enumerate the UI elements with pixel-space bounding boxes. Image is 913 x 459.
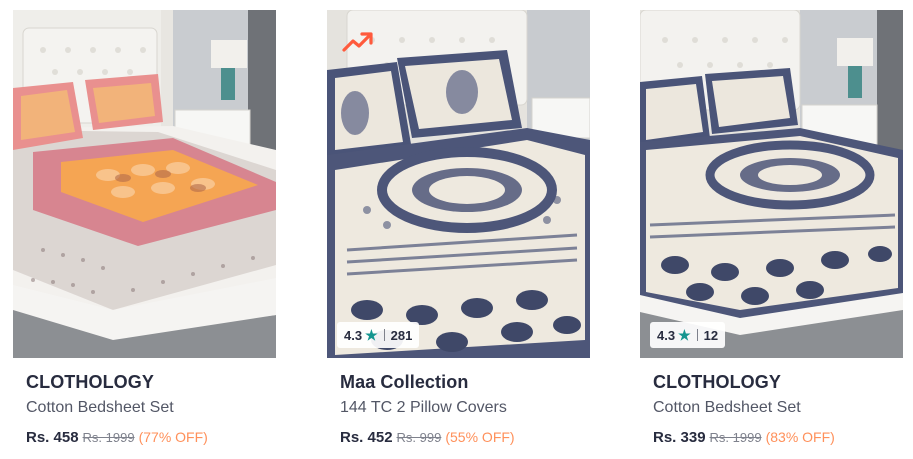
product-discount: (83% OFF) xyxy=(765,429,835,445)
rating-value: 4.3 xyxy=(657,327,676,343)
product-image[interactable] xyxy=(13,10,276,358)
product-brand[interactable]: CLOTHOLOGY xyxy=(26,371,276,393)
product-name[interactable]: Cotton Bedsheet Set xyxy=(653,398,903,418)
product-name[interactable]: Cotton Bedsheet Set xyxy=(26,398,276,418)
star-icon: ★ xyxy=(365,327,378,343)
bedsheet-photo xyxy=(327,10,590,358)
product-price: Rs. 458 xyxy=(26,429,79,446)
price-row: Rs. 452 Rs. 999 (55% OFF) xyxy=(340,428,590,447)
product-brand[interactable]: CLOTHOLOGY xyxy=(653,371,903,393)
product-discount: (77% OFF) xyxy=(138,429,208,445)
rating-value: 4.3 xyxy=(344,327,363,343)
product-card[interactable]: 4.3 ★ 281 Maa Collection 144 TC 2 Pillow C… xyxy=(327,10,590,447)
product-card[interactable]: 4.3 ★ 12 CLOTHOLOGY Cotton Bedsheet Set Rs… xyxy=(640,10,903,447)
product-discount: (55% OFF) xyxy=(445,429,515,445)
price-row: Rs. 458 Rs. 1999 (77% OFF) xyxy=(26,428,276,447)
bedsheet-photo xyxy=(640,10,903,358)
star-icon: ★ xyxy=(678,327,691,343)
product-mrp: Rs. 999 xyxy=(396,430,442,445)
price-row: Rs. 339 Rs. 1999 (83% OFF) xyxy=(653,428,903,447)
rating-badge[interactable]: 4.3 ★ 12 xyxy=(650,322,726,348)
rating-badge[interactable]: 4.3 ★ 281 xyxy=(337,322,420,348)
product-price: Rs. 452 xyxy=(340,429,393,446)
rating-count: 281 xyxy=(390,327,413,343)
rating-divider xyxy=(383,329,385,341)
rating-count: 12 xyxy=(703,327,719,343)
rating-divider xyxy=(696,329,698,341)
product-image[interactable]: 4.3 ★ 12 xyxy=(640,10,903,358)
product-card[interactable]: CLOTHOLOGY Cotton Bedsheet Set Rs. 458 Rs… xyxy=(13,10,276,447)
trending-icon xyxy=(342,32,373,52)
product-price: Rs. 339 xyxy=(653,429,706,446)
product-mrp: Rs. 1999 xyxy=(82,430,135,445)
product-name[interactable]: 144 TC 2 Pillow Covers xyxy=(340,398,590,418)
product-brand[interactable]: Maa Collection xyxy=(340,371,590,393)
product-image[interactable]: 4.3 ★ 281 xyxy=(327,10,590,358)
product-mrp: Rs. 1999 xyxy=(709,430,762,445)
bedsheet-photo xyxy=(13,10,276,358)
